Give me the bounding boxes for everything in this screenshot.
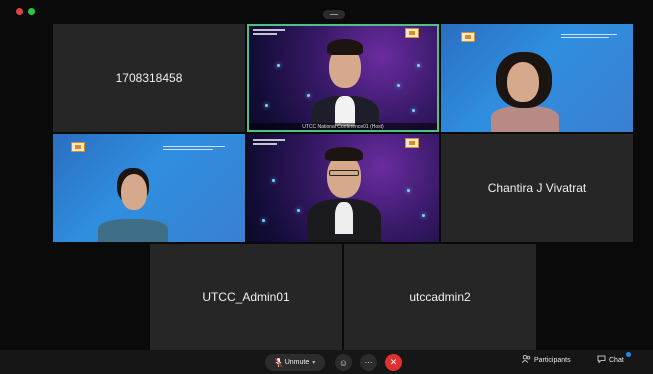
more-button[interactable]: ⋯ <box>360 354 377 371</box>
tile-utcc-admin01[interactable]: UTCC_Admin01 <box>150 244 342 350</box>
tile-man-glasses[interactable] <box>247 134 439 242</box>
close-icon: ✕ <box>389 357 398 367</box>
view-handle-button[interactable] <box>323 10 345 19</box>
tile-utccadmin2[interactable]: utccadmin2 <box>344 244 536 350</box>
more-icon: ⋯ <box>364 358 373 367</box>
participant-name: utccadmin2 <box>409 290 471 304</box>
unmute-label: Unmute <box>284 359 310 366</box>
slide-logo-icon <box>405 28 419 38</box>
slide-logo-icon <box>71 142 85 152</box>
tile-woman-left[interactable] <box>53 134 245 242</box>
participants-label: Participants <box>534 356 571 364</box>
participants-button[interactable]: Participants <box>521 355 571 365</box>
chevron-down-icon[interactable]: ▾ <box>312 359 315 366</box>
tile-1708318458[interactable]: 1708318458 <box>53 24 245 132</box>
participant-name: UTCC_Admin01 <box>202 290 290 304</box>
participant-name: UTCC National Conference01 (Host) <box>247 123 439 132</box>
reactions-button[interactable]: ☺ <box>335 354 352 371</box>
microphone-icon <box>274 357 283 368</box>
leave-button[interactable]: ✕ <box>385 354 402 371</box>
chat-button[interactable]: Chat <box>597 355 624 365</box>
slide-logo-icon <box>461 32 475 42</box>
chat-label: Chat <box>609 356 624 364</box>
tile-woman-right[interactable] <box>441 24 633 132</box>
maximize-window-button[interactable] <box>28 8 35 15</box>
close-window-button[interactable] <box>16 8 23 15</box>
slide-logo-icon <box>405 138 419 148</box>
unmute-button[interactable]: Unmute ▾ <box>265 354 325 371</box>
meeting-toolbar: Unmute ▾ ☺ ⋯ ✕ Participants Chat <box>0 350 653 374</box>
chat-icon <box>597 355 606 365</box>
tile-host[interactable]: UTCC National Conference01 (Host) <box>247 24 439 132</box>
participant-name: 1708318458 <box>115 71 183 85</box>
window-controls <box>16 8 35 15</box>
zoom-meeting-window: 1708318458 UTCC National Conference01 (H… <box>0 0 653 374</box>
participants-icon <box>521 355 531 365</box>
tile-chantira[interactable]: Chantira J Vivatrat <box>441 134 633 242</box>
smile-icon: ☺ <box>338 357 349 368</box>
participant-name: Chantira J Vivatrat <box>487 181 587 195</box>
chat-notification-badge <box>626 352 631 357</box>
